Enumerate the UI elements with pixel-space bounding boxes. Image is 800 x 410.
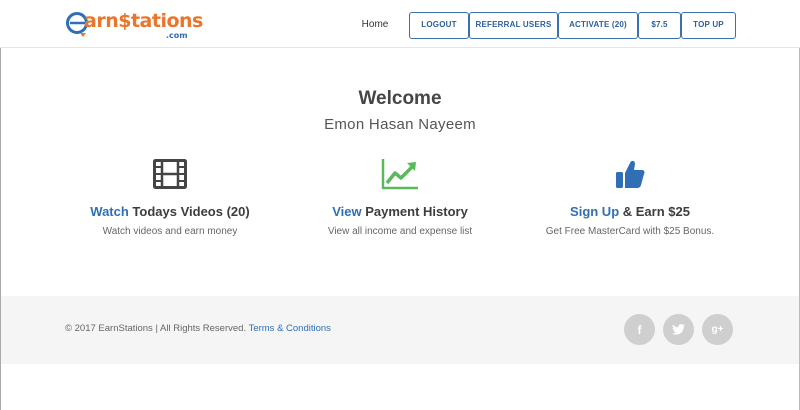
facebook-icon[interactable]: f bbox=[624, 314, 655, 345]
feature-watch-videos: Watch Todays Videos (20) Watch videos an… bbox=[40, 156, 300, 237]
nav-home-link[interactable]: Home bbox=[354, 11, 396, 39]
google-plus-icon[interactable]: g+ bbox=[702, 314, 733, 345]
activate-button[interactable]: ACTIVATE (20) bbox=[558, 12, 638, 39]
logo-text: arn$tations bbox=[84, 10, 203, 32]
twitter-icon[interactable] bbox=[663, 314, 694, 345]
footer: © 2017 EarnStations | All Rights Reserve… bbox=[1, 296, 799, 364]
referral-users-button[interactable]: REFERRAL USERS bbox=[469, 12, 558, 39]
feature-description: Watch videos and earn money bbox=[102, 226, 238, 237]
balance-button[interactable]: $7.5 bbox=[638, 12, 681, 39]
logo-suffix: .com bbox=[166, 31, 188, 40]
logo[interactable]: arn$tations .com bbox=[66, 9, 203, 41]
terms-link[interactable]: Terms & Conditions bbox=[249, 323, 331, 334]
top-up-button[interactable]: TOP UP bbox=[681, 12, 736, 39]
feature-title: Watch Todays Videos (20) bbox=[90, 204, 250, 219]
feature-title: View Payment History bbox=[332, 204, 468, 219]
welcome-heading: Welcome bbox=[358, 88, 442, 109]
chart-up-icon bbox=[270, 156, 530, 192]
feature-description: View all income and expense list bbox=[327, 226, 473, 237]
film-icon bbox=[40, 156, 300, 192]
header: arn$tations .com Home LOGOUT REFERRAL US… bbox=[0, 0, 800, 48]
copyright-text: © 2017 EarnStations | All Rights Reserve… bbox=[65, 323, 331, 334]
user-name: Emon Hasan Nayeem bbox=[324, 116, 476, 133]
view-link[interactable]: View bbox=[332, 204, 361, 219]
feature-title: Sign Up & Earn $25 bbox=[570, 204, 690, 219]
feature-sign-up: Sign Up & Earn $25 Get Free MasterCard w… bbox=[500, 156, 760, 237]
sign-up-link[interactable]: Sign Up bbox=[570, 204, 619, 219]
feature-payment-history: View Payment History View all income and… bbox=[270, 156, 530, 237]
feature-description: Get Free MasterCard with $25 Bonus. bbox=[545, 226, 715, 237]
logout-button[interactable]: LOGOUT bbox=[409, 12, 469, 39]
watch-link[interactable]: Watch bbox=[90, 204, 129, 219]
thumbs-up-icon bbox=[500, 156, 760, 192]
